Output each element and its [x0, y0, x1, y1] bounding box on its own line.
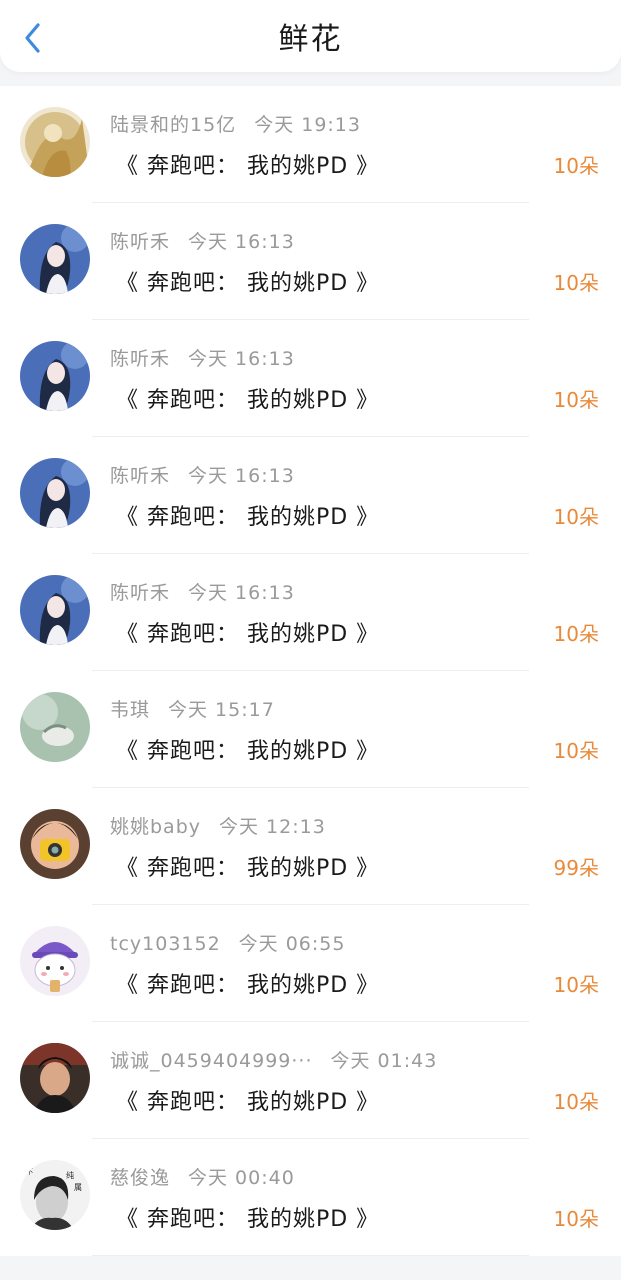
list-item[interactable]: 诚诚_0459404999··· 今天 01:43 《 奔跑吧： 我的姚PD 》 …	[0, 1022, 621, 1139]
work-title[interactable]: 《 奔跑吧： 我的姚PD 》	[116, 499, 379, 531]
timestamp: 今天 15:17	[168, 699, 275, 721]
username[interactable]: 陈听禾	[110, 465, 170, 487]
golden-figure-icon	[20, 107, 90, 177]
username[interactable]: 慈俊逸	[110, 1167, 170, 1189]
username[interactable]: 陈听禾	[110, 582, 170, 604]
row-meta: 韦琪 今天 15:17	[110, 695, 275, 722]
row-meta: 姚姚baby 今天 12:13	[110, 812, 326, 839]
timestamp: 今天 00:40	[188, 1167, 295, 1189]
avatar[interactable]	[20, 575, 90, 645]
flower-count: 10朵	[553, 1090, 599, 1114]
avatar[interactable]	[20, 809, 90, 879]
row-meta: tcy103152 今天 06:55	[110, 929, 345, 956]
username[interactable]: 韦琪	[110, 699, 150, 721]
boy-dark-icon	[20, 1043, 90, 1113]
timestamp: 今天 16:13	[188, 348, 295, 370]
timestamp: 今天 01:43	[330, 1050, 438, 1072]
flower-count: 10朵	[553, 973, 599, 997]
list-item[interactable]: 陈听禾 今天 16:13 《 奔跑吧： 我的姚PD 》 10朵	[0, 554, 621, 671]
svg-text:属: 属	[74, 1183, 82, 1192]
row-meta: 陆景和的15亿 今天 19:13	[110, 110, 361, 137]
list-item[interactable]: 陈听禾 今天 16:13 《 奔跑吧： 我的姚PD 》 10朵	[0, 437, 621, 554]
divider	[92, 1255, 529, 1256]
cartoon-bear-icon	[20, 926, 90, 996]
timestamp: 今天 16:13	[188, 231, 295, 253]
username[interactable]: 诚诚_0459404999···	[110, 1050, 313, 1072]
svg-text:纯: 纯	[66, 1170, 74, 1180]
avatar[interactable]	[20, 341, 90, 411]
timestamp: 今天 06:55	[238, 933, 346, 955]
girl-blue-icon	[20, 575, 90, 645]
avatar[interactable]	[20, 107, 90, 177]
flower-count: 10朵	[553, 154, 599, 178]
flower-count: 10朵	[553, 388, 599, 412]
flower-count: 10朵	[553, 505, 599, 529]
bw-calligraphy-icon: 纯 属 不	[20, 1160, 90, 1230]
work-title[interactable]: 《 奔跑吧： 我的姚PD 》	[116, 616, 379, 648]
girl-blue-icon	[20, 224, 90, 294]
work-title[interactable]: 《 奔跑吧： 我的姚PD 》	[116, 967, 379, 999]
row-meta: 陈听禾 今天 16:13	[110, 578, 295, 605]
flower-count: 10朵	[553, 739, 599, 763]
work-title[interactable]: 《 奔跑吧： 我的姚PD 》	[116, 850, 379, 882]
avatar[interactable]	[20, 458, 90, 528]
avatar[interactable]	[20, 1043, 90, 1113]
list-item[interactable]: 陆景和的15亿 今天 19:13 《 奔跑吧： 我的姚PD 》 10朵	[0, 86, 621, 203]
username[interactable]: 姚姚baby	[110, 816, 201, 838]
list-item[interactable]: 陈听禾 今天 16:13 《 奔跑吧： 我的姚PD 》 10朵	[0, 320, 621, 437]
timestamp: 今天 16:13	[188, 465, 295, 487]
avatar[interactable]	[20, 692, 90, 762]
row-meta: 陈听禾 今天 16:13	[110, 461, 295, 488]
work-title[interactable]: 《 奔跑吧： 我的姚PD 》	[116, 733, 379, 765]
avatar[interactable]	[20, 224, 90, 294]
list-item[interactable]: 纯 属 不 慈俊逸 今天 00:40 《 奔跑吧： 我的姚PD 》 10朵	[0, 1139, 621, 1256]
username[interactable]: 陈听禾	[110, 231, 170, 253]
row-meta: 陈听禾 今天 16:13	[110, 344, 295, 371]
list-item[interactable]: 韦琪 今天 15:17 《 奔跑吧： 我的姚PD 》 10朵	[0, 671, 621, 788]
username[interactable]: 陆景和的15亿	[110, 114, 236, 136]
avatar[interactable]	[20, 926, 90, 996]
row-meta: 诚诚_0459404999··· 今天 01:43	[110, 1046, 437, 1073]
work-title[interactable]: 《 奔跑吧： 我的姚PD 》	[116, 1201, 379, 1233]
work-title[interactable]: 《 奔跑吧： 我的姚PD 》	[116, 265, 379, 297]
list-item[interactable]: tcy103152 今天 06:55 《 奔跑吧： 我的姚PD 》 10朵	[0, 905, 621, 1022]
page-title: 鲜花	[278, 22, 343, 57]
username[interactable]: tcy103152	[110, 933, 221, 955]
green-soft-icon	[20, 692, 90, 762]
girl-blue-icon	[20, 458, 90, 528]
work-title[interactable]: 《 奔跑吧： 我的姚PD 》	[116, 148, 379, 180]
girl-blue-icon	[20, 341, 90, 411]
flower-gift-list: 陆景和的15亿 今天 19:13 《 奔跑吧： 我的姚PD 》 10朵 陈听禾 今天…	[0, 86, 621, 1256]
work-title[interactable]: 《 奔跑吧： 我的姚PD 》	[116, 1084, 379, 1116]
top-bar: 鲜花	[0, 0, 621, 72]
list-item[interactable]: 姚姚baby 今天 12:13 《 奔跑吧： 我的姚PD 》 99朵	[0, 788, 621, 905]
work-title[interactable]: 《 奔跑吧： 我的姚PD 》	[116, 382, 379, 414]
row-meta: 陈听禾 今天 16:13	[110, 227, 295, 254]
flower-count: 10朵	[553, 1207, 599, 1231]
flower-count: 10朵	[553, 271, 599, 295]
timestamp: 今天 19:13	[254, 114, 361, 136]
list-item[interactable]: 陈听禾 今天 16:13 《 奔跑吧： 我的姚PD 》 10朵	[0, 203, 621, 320]
flower-count: 10朵	[553, 622, 599, 646]
timestamp: 今天 12:13	[219, 816, 326, 838]
row-meta: 慈俊逸 今天 00:40	[110, 1163, 295, 1190]
timestamp: 今天 16:13	[188, 582, 295, 604]
kid-camera-icon	[20, 809, 90, 879]
username[interactable]: 陈听禾	[110, 348, 170, 370]
svg-text:不: 不	[26, 1168, 33, 1176]
avatar[interactable]: 纯 属 不	[20, 1160, 90, 1230]
flower-count: 99朵	[553, 856, 599, 880]
